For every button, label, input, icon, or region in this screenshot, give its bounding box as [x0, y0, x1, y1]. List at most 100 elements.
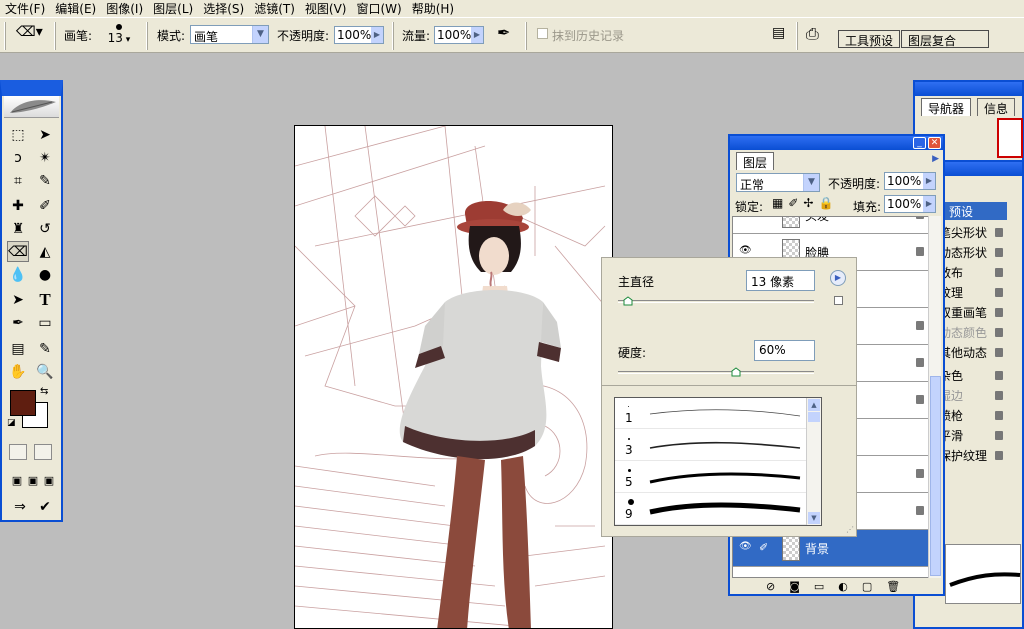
tab-layers[interactable]: 图层 [736, 152, 775, 170]
brush-picker[interactable]: 13 ▾ [104, 22, 134, 45]
brush-presets-item[interactable]: 预设 [945, 202, 1007, 220]
master-diameter-input[interactable]: 13 像素 [746, 270, 815, 291]
eye-icon[interactable]: 👁 [739, 245, 752, 256]
tab-layer-comps[interactable]: 图层复合 [901, 30, 989, 48]
history-brush-tool-icon[interactable]: ↺ [34, 218, 56, 239]
blur-tool-icon[interactable]: 💧 [7, 264, 29, 285]
navigator-preview[interactable] [997, 118, 1023, 158]
layers-titlebar[interactable]: _ ✕ [730, 136, 943, 150]
move-tool-icon[interactable]: ➤ [34, 124, 56, 145]
paint-bucket-tool-icon[interactable]: ◭ [34, 241, 56, 262]
chevron-down-icon[interactable]: ▼ [803, 174, 819, 191]
layer-actions-bar[interactable]: ⊘◙▭◐▢🗑 [766, 580, 914, 593]
mode-select[interactable]: 画笔 ▼ [190, 25, 269, 44]
slice-tool-icon[interactable]: ✎ [34, 170, 56, 191]
menu-view[interactable]: 视图(V) [300, 0, 352, 17]
tab-navigator[interactable]: 导航器 [921, 98, 972, 116]
create-preset-icon[interactable] [834, 296, 843, 305]
foreground-color-swatch-front[interactable] [10, 390, 36, 416]
menu-select[interactable]: 选择(S) [198, 0, 249, 17]
default-colors-icon[interactable]: ◪ [7, 418, 16, 428]
lasso-tool-icon[interactable]: ↄ [7, 147, 29, 168]
menu-window[interactable]: 窗口(W) [351, 0, 406, 17]
chevron-right-icon[interactable]: ▶ [923, 196, 935, 212]
scroll-up-icon[interactable]: ▲ [808, 399, 820, 411]
path-selection-tool-icon[interactable]: ➤ [7, 289, 29, 310]
feather-logo[interactable] [4, 96, 59, 118]
healing-brush-tool-icon[interactable]: ✚ [7, 195, 29, 216]
master-diameter-slider[interactable] [618, 300, 814, 303]
layers-scrollbar[interactable] [928, 216, 941, 578]
resize-grip-icon[interactable]: ⋰ [846, 525, 854, 534]
menu-file[interactable]: 文件(F) [0, 0, 50, 17]
menu-filter[interactable]: 滤镜(T) [249, 0, 300, 17]
scroll-thumb[interactable] [930, 376, 941, 576]
navigator-titlebar[interactable] [915, 82, 1022, 96]
eye-icon[interactable]: 👁 [739, 541, 752, 552]
standard-mode-button[interactable] [9, 444, 27, 460]
palette-menu-icon[interactable]: ▶ [932, 154, 939, 164]
eraser-tool-preset-icon[interactable]: ⌫▾ [16, 24, 43, 40]
tab-tool-presets[interactable]: 工具预设 [838, 30, 901, 48]
master-diameter-slider-knob[interactable] [623, 295, 633, 306]
chevron-right-icon[interactable]: ▶ [371, 27, 383, 43]
full-screen-mode-icon[interactable]: ▣ [38, 470, 60, 491]
scroll-down-icon[interactable]: ▼ [808, 512, 820, 524]
palette-well-icon[interactable]: ⎙ [806, 24, 819, 44]
eraser-tool-icon[interactable]: ⌫ [7, 241, 29, 262]
eye-icon[interactable]: 👁 [739, 217, 752, 219]
opacity-input[interactable]: 100% ▶ [334, 26, 384, 44]
brush-preset-item[interactable]: 3 [615, 430, 807, 461]
marquee-tool-icon[interactable]: ⬚ [7, 124, 29, 145]
layer-opacity-input[interactable]: 100% ▶ [884, 172, 936, 190]
brush-option[interactable]: 动态形状 [939, 246, 987, 260]
hardness-input[interactable]: 60% [754, 340, 815, 361]
brush-preset-item[interactable]: 5 [615, 462, 807, 493]
hardness-slider-knob[interactable] [731, 366, 741, 377]
pen-tool-icon[interactable]: ✒ [7, 312, 29, 333]
picker-menu-icon[interactable]: ▶ [830, 270, 846, 286]
type-tool-icon[interactable]: T [34, 289, 56, 310]
menu-help[interactable]: 帮助(H) [407, 0, 459, 17]
close-icon[interactable]: ✕ [928, 137, 941, 149]
erase-history-checkbox[interactable] [537, 28, 548, 39]
quick-mask-mode-button[interactable] [34, 444, 52, 460]
brush-option[interactable]: 双重画笔 [939, 306, 987, 320]
notes-tool-icon[interactable]: ▤ [7, 338, 29, 359]
chevron-right-icon[interactable]: ▶ [923, 173, 935, 189]
flow-input[interactable]: 100% ▶ [434, 26, 484, 44]
rectangle-tool-icon[interactable]: ▭ [34, 312, 56, 333]
scroll-thumb[interactable] [808, 412, 820, 422]
minimize-icon[interactable]: _ [913, 137, 926, 149]
toolbar-grip[interactable] [4, 22, 6, 50]
magic-wand-tool-icon[interactable]: ✴ [34, 147, 56, 168]
hardness-slider[interactable] [618, 371, 814, 374]
menu-image[interactable]: 图像(I) [101, 0, 148, 17]
brush-preset-item[interactable]: 1 [615, 398, 807, 429]
brush-option[interactable]: 笔尖形状 [939, 226, 987, 240]
layer-row[interactable]: 👁 头发 [733, 217, 929, 234]
zoom-tool-icon[interactable]: 🔍 [34, 361, 56, 382]
fill-input[interactable]: 100% ▶ [884, 195, 936, 213]
clone-stamp-tool-icon[interactable]: ♜ [7, 218, 29, 239]
hand-tool-icon[interactable]: ✋ [7, 361, 29, 382]
airbrush-icon[interactable]: ✒ [497, 23, 510, 42]
brush-option[interactable]: 动态颜色 [939, 326, 987, 340]
brush-option[interactable]: 其他动态 [939, 346, 987, 360]
brush-preset-item[interactable]: 9 [615, 494, 807, 525]
menu-layer[interactable]: 图层(L) [148, 0, 198, 17]
brush-list-scrollbar[interactable]: ▲ ▼ [806, 398, 821, 525]
lock-options-icons[interactable]: ▦✐✢🔒 [772, 196, 838, 210]
eyedropper-tool-icon[interactable]: ✎ [34, 338, 56, 359]
document-canvas[interactable] [294, 125, 613, 629]
chevron-right-icon[interactable]: ▶ [471, 27, 483, 43]
tab-info[interactable]: 信息 [977, 98, 1016, 116]
crop-tool-icon[interactable]: ⌗ [7, 170, 29, 191]
brush-option[interactable]: 保护纹理 [939, 449, 987, 463]
blend-mode-select[interactable]: 正常 ▼ [736, 173, 820, 192]
check-icon[interactable]: ✔ [34, 496, 56, 517]
chevron-down-icon[interactable]: ▼ [252, 26, 268, 43]
dodge-tool-icon[interactable]: ● [34, 264, 56, 285]
swap-colors-icon[interactable]: ⇆ [40, 386, 48, 397]
file-browser-icon[interactable]: ▤ [772, 25, 785, 41]
